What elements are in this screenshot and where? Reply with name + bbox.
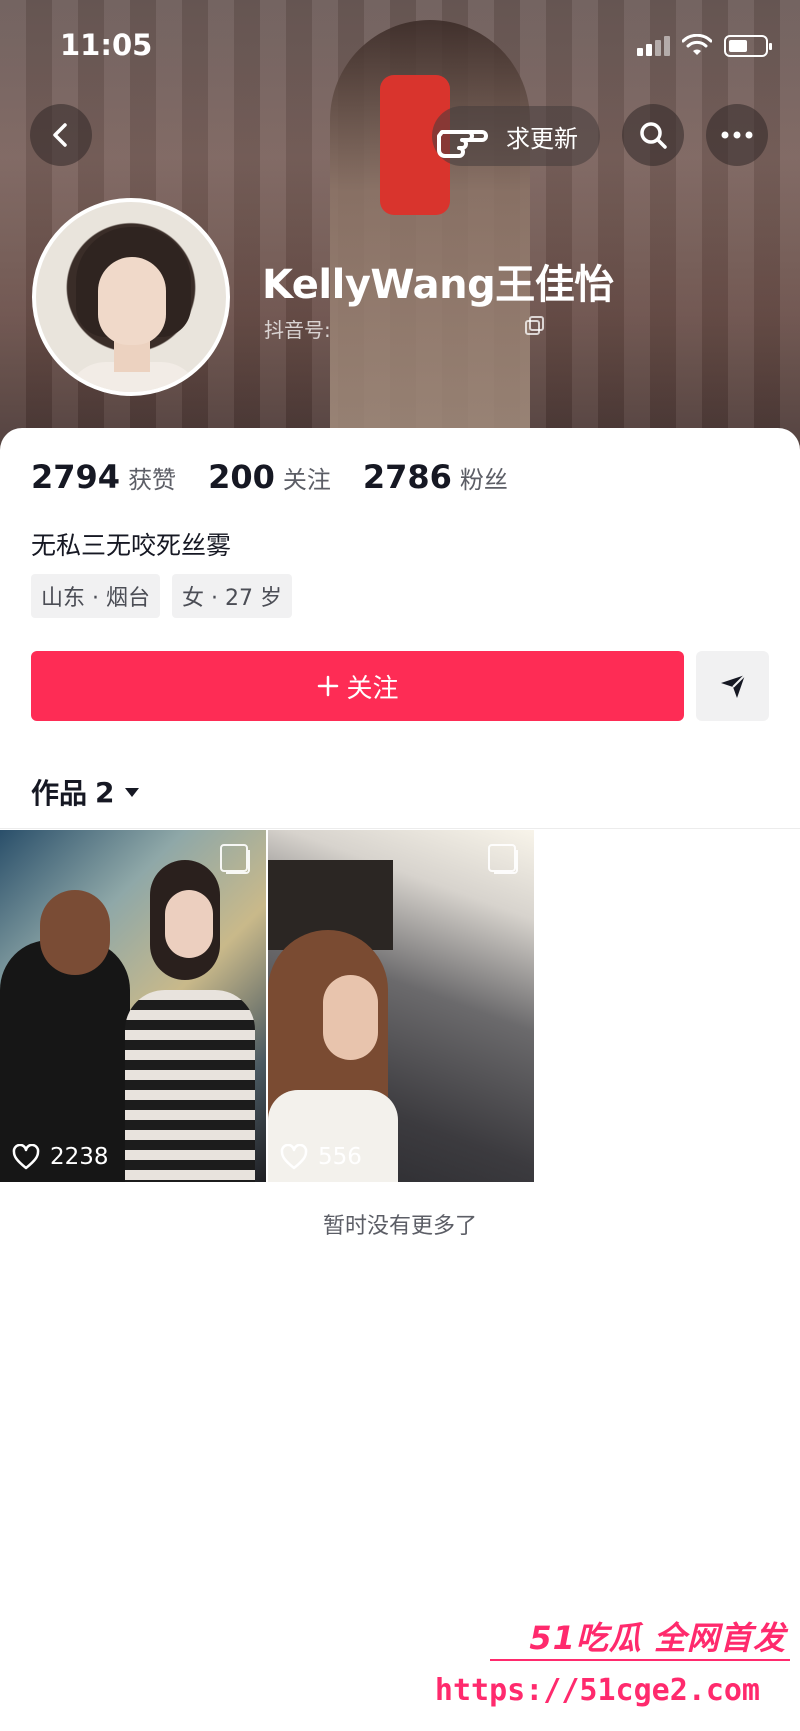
profile-tags: 山东 · 烟台 女 · 27 岁 <box>31 574 292 618</box>
pointing-hand-icon <box>437 130 488 158</box>
multi-image-icon <box>488 844 518 874</box>
video-thumbnail[interactable]: 556 <box>268 830 534 1182</box>
more-dots-icon <box>721 131 753 139</box>
stat-value: 2786 <box>362 458 452 496</box>
stat-followers[interactable]: 2786 粉丝 <box>363 458 508 496</box>
request-update-label: 求更新 <box>506 124 578 153</box>
watermark: 51吃瓜 全网首发 https://51cge2.com <box>435 1601 790 1721</box>
plus-icon <box>318 675 339 697</box>
copy-icon[interactable] <box>524 315 546 337</box>
video-thumbnail[interactable]: 2238 <box>0 830 266 1182</box>
stat-likes[interactable]: 2794 获赞 <box>31 458 176 496</box>
stat-following[interactable]: 200 关注 <box>208 458 331 496</box>
works-count: 2 <box>95 775 115 809</box>
back-button[interactable] <box>30 104 92 166</box>
heart-icon <box>12 1144 40 1170</box>
stat-value: 200 <box>208 458 275 496</box>
signal-icon <box>637 36 670 56</box>
divider <box>0 828 800 829</box>
stat-label: 关注 <box>282 466 331 494</box>
stat-value: 2794 <box>31 458 121 496</box>
works-tab[interactable]: 作品 2 <box>31 772 141 812</box>
status-icons <box>637 34 772 58</box>
battery-icon <box>724 35 772 57</box>
follow-button[interactable]: 关注 <box>31 651 684 721</box>
likes-count: 2238 <box>12 1144 109 1170</box>
douyin-id-label: 抖音号: <box>264 318 331 342</box>
no-more-text: 暂时没有更多了 <box>322 1214 477 1239</box>
username: KellyWang王佳怡 <box>262 262 614 308</box>
profile-stats: 2794 获赞 200 关注 2786 粉丝 <box>31 458 508 496</box>
search-icon <box>640 122 667 149</box>
caret-down-icon <box>124 788 139 797</box>
heart-icon <box>280 1144 308 1170</box>
more-button[interactable] <box>706 104 768 166</box>
profile-bio: 无私三无咬死丝雾 <box>31 531 232 560</box>
avatar[interactable] <box>32 198 230 396</box>
follow-button-label: 关注 <box>346 673 399 704</box>
likes-value: 2238 <box>50 1144 109 1170</box>
stat-label: 获赞 <box>128 466 177 494</box>
location-tag: 山东 · 烟台 <box>31 574 160 618</box>
likes-value: 556 <box>318 1144 362 1170</box>
chevron-left-icon <box>53 123 67 147</box>
gender-age-tag: 女 · 27 岁 <box>171 574 292 618</box>
search-button[interactable] <box>622 104 684 166</box>
works-label: 作品 <box>31 777 88 810</box>
request-update-button[interactable]: 求更新 <box>432 106 600 166</box>
stat-label: 粉丝 <box>459 466 508 494</box>
multi-image-icon <box>220 844 250 874</box>
status-time: 11:05 <box>60 28 153 62</box>
wifi-icon <box>682 34 712 55</box>
watermark-title: 51吃瓜 全网首发 <box>529 1619 786 1657</box>
watermark-url: https://51cge2.com <box>434 1673 760 1708</box>
share-button[interactable] <box>696 651 769 721</box>
likes-count: 556 <box>280 1144 362 1170</box>
send-icon <box>720 674 746 698</box>
